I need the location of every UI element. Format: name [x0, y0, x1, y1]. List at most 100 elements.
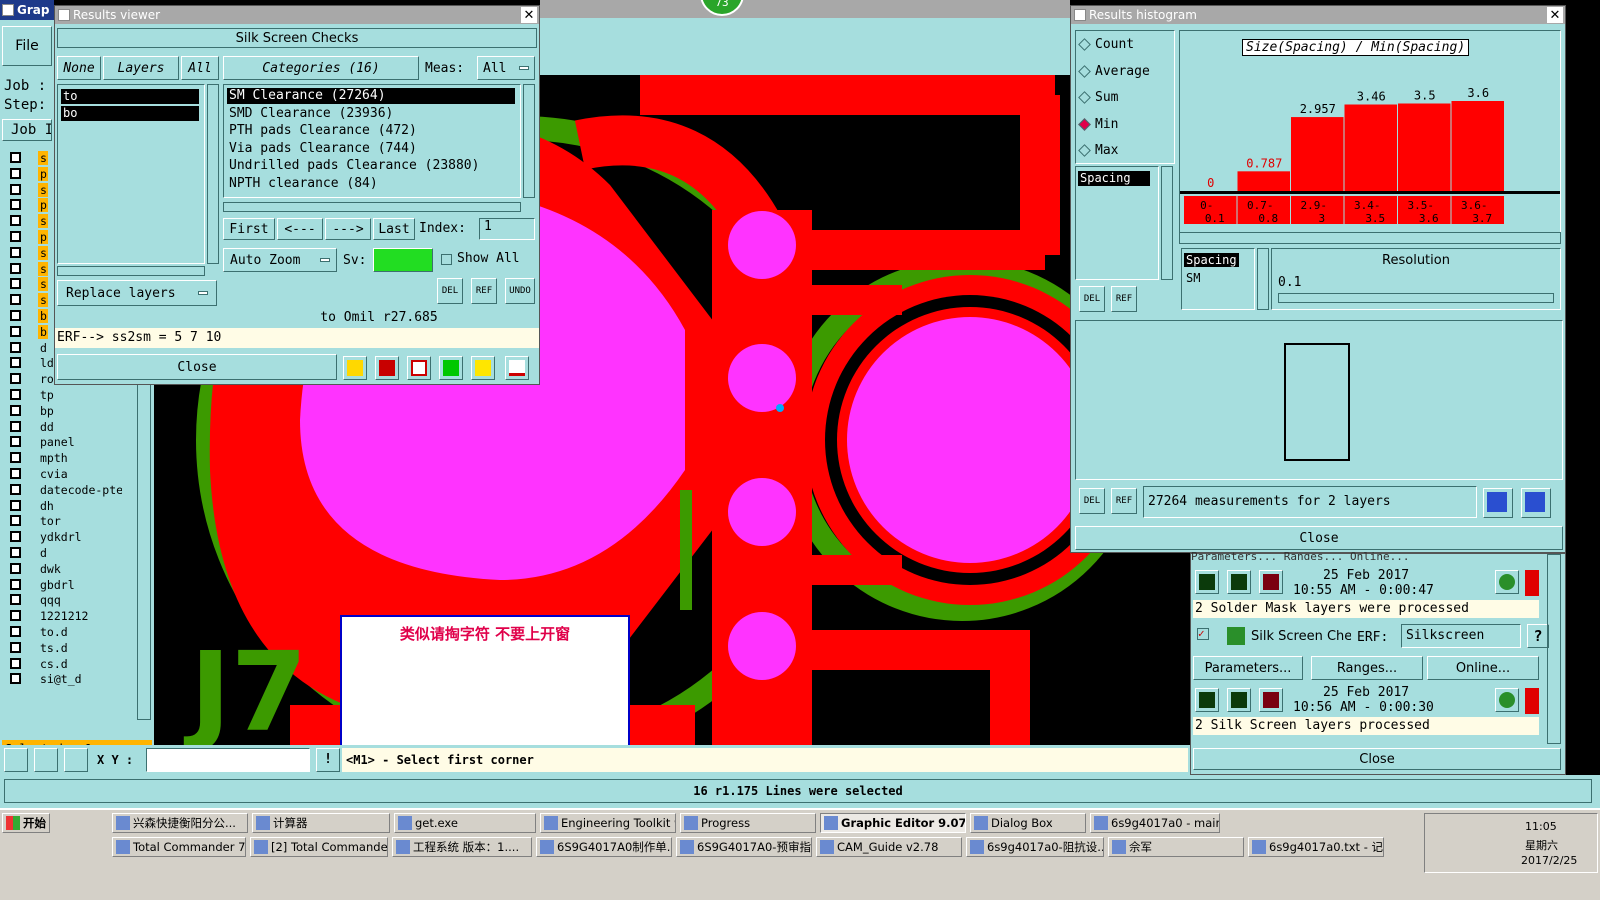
- layer-checkbox[interactable]: [10, 373, 21, 385]
- taskbar-item[interactable]: 6s9g4017a0-阻抗设...: [966, 837, 1104, 857]
- layer-checkbox[interactable]: [10, 578, 21, 590]
- layer-row[interactable]: cvia: [38, 467, 122, 481]
- layer-checkbox[interactable]: [10, 325, 21, 337]
- first-button[interactable]: First: [223, 218, 275, 240]
- prev-button[interactable]: <---: [277, 218, 323, 240]
- layer-row[interactable]: s: [38, 151, 48, 165]
- layer-checkbox[interactable]: [10, 389, 21, 400]
- layer-checkbox[interactable]: [10, 673, 21, 685]
- index-field[interactable]: 1: [479, 218, 535, 240]
- layer-checkbox[interactable]: [10, 657, 21, 669]
- category-item[interactable]: NPTH clearance (84): [227, 176, 515, 192]
- layer-row[interactable]: p: [38, 230, 48, 244]
- layer-checkbox[interactable]: [10, 199, 21, 211]
- replace-layers-button[interactable]: Replace layers: [57, 280, 217, 306]
- layer-checkbox[interactable]: [10, 531, 21, 543]
- graph-icon[interactable]: [1521, 488, 1551, 518]
- next-button[interactable]: --->: [325, 218, 371, 240]
- highlight-icon[interactable]: [375, 356, 399, 380]
- layer-row[interactable]: dwk: [38, 561, 122, 576]
- layer-checkbox[interactable]: [10, 468, 21, 479]
- layer-checkbox[interactable]: [10, 215, 21, 227]
- tab-layers[interactable]: Layers: [103, 56, 179, 80]
- categories-tab[interactable]: Categories (16): [223, 56, 419, 80]
- layer-checkbox[interactable]: [10, 626, 21, 637]
- resolution-slider[interactable]: [1278, 293, 1554, 303]
- category-item[interactable]: Via pads Clearance (744): [227, 141, 515, 157]
- hist-ref-button[interactable]: REF: [1111, 286, 1137, 312]
- zoom-icon-2[interactable]: [1495, 688, 1519, 712]
- histogram-bar[interactable]: [1237, 171, 1291, 191]
- layer-checkbox[interactable]: [10, 515, 21, 527]
- layer-checkbox[interactable]: [10, 294, 21, 306]
- run-all-icon[interactable]: [1227, 570, 1251, 594]
- category-hscroll[interactable]: [223, 202, 521, 212]
- undo-button[interactable]: UNDO: [505, 278, 535, 304]
- layer-checkbox[interactable]: [10, 167, 21, 179]
- alert-icon[interactable]: !: [316, 748, 340, 772]
- run-icon-2[interactable]: [1195, 688, 1219, 712]
- help-button[interactable]: ?: [1527, 624, 1549, 648]
- layer-checkbox[interactable]: [10, 641, 21, 653]
- layer-checkbox[interactable]: [10, 610, 21, 622]
- layer-row[interactable]: panel: [38, 435, 122, 450]
- layer-row[interactable]: s: [38, 293, 48, 308]
- xy-input[interactable]: [146, 748, 310, 772]
- layer-row[interactable]: p: [38, 166, 48, 181]
- layer-row[interactable]: bp: [38, 403, 122, 418]
- histogram-bar[interactable]: [1451, 101, 1505, 191]
- layer-row[interactable]: p: [38, 198, 48, 213]
- hist-ref-button-2[interactable]: REF: [1111, 488, 1137, 514]
- taskbar-item[interactable]: Dialog Box: [970, 813, 1086, 833]
- tab-none[interactable]: None: [57, 56, 101, 80]
- results-close-button[interactable]: Close: [57, 354, 337, 380]
- layer-row[interactable]: si@t_d: [38, 672, 122, 687]
- layer-checkbox[interactable]: [10, 246, 21, 258]
- ranges-button[interactable]: Ranges...: [1311, 656, 1423, 680]
- histogram-bar[interactable]: [1291, 117, 1344, 191]
- grid-tool-icon[interactable]: [64, 748, 88, 772]
- last-button[interactable]: Last: [373, 218, 415, 240]
- layer-checkbox[interactable]: [10, 341, 21, 353]
- layer-item-to[interactable]: to: [61, 89, 199, 104]
- taskbar-item[interactable]: get.exe: [394, 813, 536, 833]
- layer-row[interactable]: s: [38, 182, 48, 197]
- spacing-list-item[interactable]: Spacing: [1078, 171, 1150, 186]
- layer-hscroll[interactable]: [57, 266, 205, 276]
- file-menu[interactable]: File: [2, 26, 52, 66]
- category-item[interactable]: SMD Clearance (23936): [227, 106, 515, 122]
- taskbar-item[interactable]: 工程系统 版本：1....: [392, 837, 532, 857]
- chart-hscroll[interactable]: [1179, 232, 1561, 244]
- stop-icon[interactable]: [1259, 570, 1283, 594]
- taskbar-item[interactable]: 佘军: [1108, 837, 1244, 857]
- tab-all[interactable]: All: [181, 56, 219, 80]
- measure-icon[interactable]: [343, 356, 367, 380]
- meas-select[interactable]: All: [477, 56, 535, 80]
- mode-option-count[interactable]: Count: [1078, 37, 1134, 52]
- run-all-icon-2[interactable]: [1227, 688, 1251, 712]
- histogram-bar[interactable]: [1398, 103, 1451, 192]
- layer-checkbox[interactable]: [10, 420, 21, 432]
- category-scroll[interactable]: [523, 84, 535, 198]
- layer-row[interactable]: b: [38, 324, 48, 339]
- report-icon[interactable]: [471, 356, 495, 380]
- layer-row[interactable]: s: [38, 261, 48, 276]
- layer-row[interactable]: dh: [38, 498, 122, 513]
- layer-row[interactable]: mpth: [38, 451, 122, 466]
- sv-color-select[interactable]: [373, 248, 433, 272]
- layer-row[interactable]: qqq: [38, 593, 122, 608]
- checkbox-checked-icon[interactable]: ✓: [1197, 628, 1209, 640]
- show-all-checkbox[interactable]: [441, 254, 452, 265]
- exclude-icon[interactable]: [407, 356, 431, 380]
- start-button[interactable]: 开始: [2, 813, 50, 833]
- select-tool-icon[interactable]: [4, 748, 28, 772]
- spacing-listbox[interactable]: Spacing: [1075, 166, 1159, 280]
- taskbar-item[interactable]: Progress: [680, 813, 816, 833]
- category-item[interactable]: Undrilled pads Clearance (23880): [227, 158, 515, 174]
- layer-scrollbar[interactable]: [137, 380, 151, 720]
- layer-listbox[interactable]: to bo: [57, 84, 205, 264]
- ref-button[interactable]: REF: [471, 278, 497, 304]
- layer-checkbox[interactable]: [10, 231, 21, 242]
- taskbar-item[interactable]: 6S9G4017A0-预审指...: [676, 837, 812, 857]
- close-icon[interactable]: ✕: [521, 7, 537, 23]
